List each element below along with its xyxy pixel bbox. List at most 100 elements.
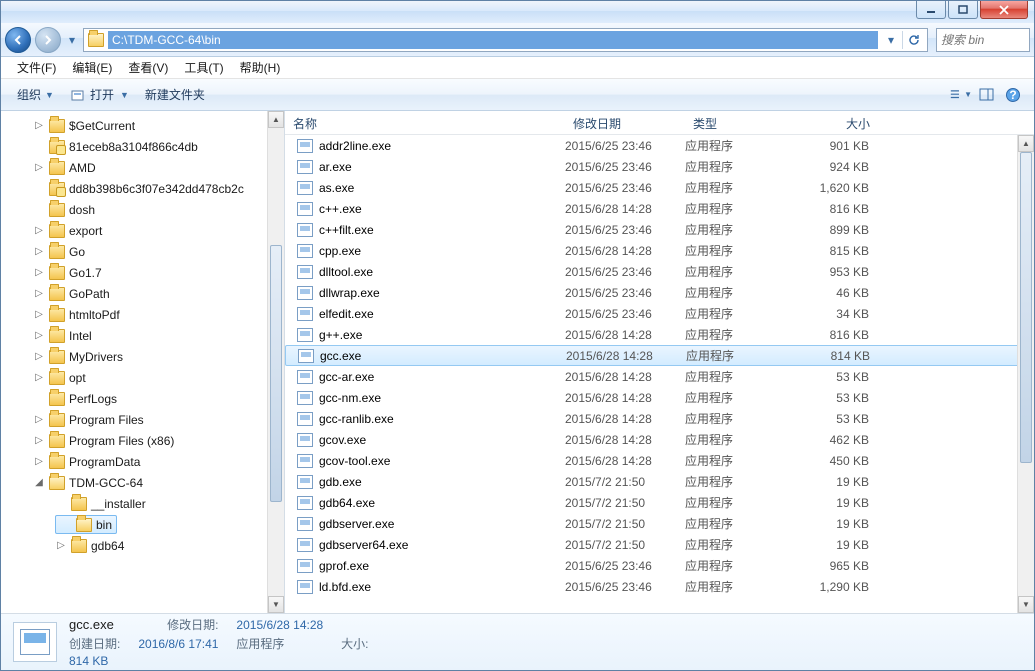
menu-file[interactable]: 文件(F) [9, 57, 64, 78]
file-row[interactable]: gcc.exe2015/6/28 14:28应用程序814 KB [285, 345, 1034, 366]
menu-edit[interactable]: 编辑(E) [64, 57, 120, 78]
scroll-thumb[interactable] [270, 245, 282, 502]
minimize-button[interactable] [916, 1, 946, 19]
file-row[interactable]: gdbserver.exe2015/7/2 21:50应用程序19 KB [285, 513, 1034, 534]
refresh-button[interactable] [905, 31, 923, 49]
menu-help[interactable]: 帮助(H) [232, 57, 289, 78]
file-row[interactable]: ar.exe2015/6/25 23:46应用程序924 KB [285, 156, 1034, 177]
organize-button[interactable]: 组织▼ [9, 82, 62, 107]
file-row[interactable]: g++.exe2015/6/28 14:28应用程序816 KB [285, 324, 1034, 345]
file-row[interactable]: dllwrap.exe2015/6/25 23:46应用程序46 KB [285, 282, 1034, 303]
file-size: 450 KB [797, 454, 881, 468]
scroll-down-button[interactable]: ▼ [1018, 596, 1034, 613]
tree-item[interactable]: dd8b398b6c3f07e342dd478cb2c [1, 178, 284, 199]
file-type: 应用程序 [685, 221, 797, 238]
tree-item[interactable]: PerfLogs [1, 388, 284, 409]
file-name: gcc-ar.exe [319, 370, 374, 384]
file-list-body[interactable]: addr2line.exe2015/6/25 23:46应用程序901 KBar… [285, 135, 1034, 613]
search-box[interactable] [936, 28, 1030, 52]
col-date[interactable]: 修改日期 [565, 111, 685, 134]
list-scrollbar[interactable]: ▲ ▼ [1017, 135, 1034, 613]
forward-button[interactable] [35, 27, 61, 53]
tree-item[interactable]: 81eceb8a3104f866c4db [1, 136, 284, 157]
tree-item[interactable]: ▷Intel [1, 325, 284, 346]
addr-dropdown-button[interactable]: ▾ [882, 31, 900, 49]
menu-tools[interactable]: 工具(T) [176, 57, 231, 78]
file-name: ar.exe [319, 160, 352, 174]
back-button[interactable] [5, 27, 31, 53]
view-options-button[interactable]: ▼ [950, 84, 972, 106]
file-row[interactable]: gcc-ar.exe2015/6/28 14:28应用程序53 KB [285, 366, 1034, 387]
file-row[interactable]: gdbserver64.exe2015/7/2 21:50应用程序19 KB [285, 534, 1034, 555]
scroll-up-button[interactable]: ▲ [1018, 135, 1034, 152]
file-size: 965 KB [797, 559, 881, 573]
open-button[interactable]: 打开▼ [62, 82, 137, 107]
maximize-button[interactable] [948, 1, 978, 19]
file-type: 应用程序 [685, 452, 797, 469]
new-folder-button[interactable]: 新建文件夹 [137, 82, 213, 107]
tree-item[interactable]: ▷Go [1, 241, 284, 262]
tree-item[interactable]: bin [1, 514, 284, 535]
file-row[interactable]: gcov.exe2015/6/28 14:28应用程序462 KB [285, 429, 1034, 450]
tree-item[interactable]: ▷$GetCurrent [1, 115, 284, 136]
exe-icon [297, 454, 313, 468]
tree-item[interactable]: ▷htmltoPdf [1, 304, 284, 325]
file-row[interactable]: gcov-tool.exe2015/6/28 14:28应用程序450 KB [285, 450, 1034, 471]
tree-item[interactable]: ◢TDM-GCC-64 [1, 472, 284, 493]
file-row[interactable]: gcc-nm.exe2015/6/28 14:28应用程序53 KB [285, 387, 1034, 408]
scroll-down-button[interactable]: ▼ [268, 596, 284, 613]
tree-item[interactable]: ▷export [1, 220, 284, 241]
file-row[interactable]: dlltool.exe2015/6/25 23:46应用程序953 KB [285, 261, 1034, 282]
tree-item[interactable]: ▷gdb64 [1, 535, 284, 556]
file-row[interactable]: cpp.exe2015/6/28 14:28应用程序815 KB [285, 240, 1034, 261]
tree-item[interactable]: ▷ProgramData [1, 451, 284, 472]
detail-created-label: 创建日期: [69, 635, 120, 652]
tree-item[interactable]: ▷GoPath [1, 283, 284, 304]
file-date: 2015/6/25 23:46 [565, 307, 685, 321]
close-button[interactable] [980, 1, 1028, 19]
tree-item[interactable]: ▷MyDrivers [1, 346, 284, 367]
tree-scrollbar[interactable]: ▲ ▼ [267, 111, 284, 613]
preview-pane-button[interactable] [976, 84, 998, 106]
file-row[interactable]: addr2line.exe2015/6/25 23:46应用程序901 KB [285, 135, 1034, 156]
file-row[interactable]: elfedit.exe2015/6/25 23:46应用程序34 KB [285, 303, 1034, 324]
file-name: as.exe [319, 181, 354, 195]
tree-item[interactable]: ▷AMD [1, 157, 284, 178]
file-date: 2015/6/28 14:28 [565, 370, 685, 384]
tree-item[interactable]: dosh [1, 199, 284, 220]
file-row[interactable]: gprof.exe2015/6/25 23:46应用程序965 KB [285, 555, 1034, 576]
search-input[interactable] [941, 33, 1025, 47]
file-row[interactable]: as.exe2015/6/25 23:46应用程序1,620 KB [285, 177, 1034, 198]
file-size: 815 KB [797, 244, 881, 258]
tree-item[interactable]: ▷Program Files [1, 409, 284, 430]
file-date: 2015/6/25 23:46 [565, 559, 685, 573]
history-dropdown[interactable]: ▾ [65, 27, 79, 53]
file-date: 2015/7/2 21:50 [565, 475, 685, 489]
tree-item[interactable]: __installer [1, 493, 284, 514]
tree-item[interactable]: ▷Go1.7 [1, 262, 284, 283]
col-type[interactable]: 类型 [685, 111, 797, 134]
exe-icon [297, 475, 313, 489]
file-date: 2015/6/28 14:28 [566, 349, 686, 363]
file-row[interactable]: gcc-ranlib.exe2015/6/28 14:28应用程序53 KB [285, 408, 1034, 429]
file-name: gdbserver.exe [319, 517, 394, 531]
file-row[interactable]: c++filt.exe2015/6/25 23:46应用程序899 KB [285, 219, 1034, 240]
menu-view[interactable]: 查看(V) [120, 57, 176, 78]
file-row[interactable]: gdb.exe2015/7/2 21:50应用程序19 KB [285, 471, 1034, 492]
col-size[interactable]: 大小 [797, 111, 887, 134]
file-row[interactable]: gdb64.exe2015/7/2 21:50应用程序19 KB [285, 492, 1034, 513]
file-row[interactable]: ld.bfd.exe2015/6/25 23:46应用程序1,290 KB [285, 576, 1034, 597]
col-name[interactable]: 名称 [285, 111, 565, 134]
exe-icon [297, 139, 313, 153]
file-row[interactable]: c++.exe2015/6/28 14:28应用程序816 KB [285, 198, 1034, 219]
address-bar[interactable]: ▾ [83, 28, 928, 52]
scroll-thumb[interactable] [1020, 152, 1032, 463]
scroll-up-button[interactable]: ▲ [268, 111, 284, 128]
file-type: 应用程序 [685, 557, 797, 574]
tree-item[interactable]: ▷opt [1, 367, 284, 388]
tree-item[interactable]: ▷Program Files (x86) [1, 430, 284, 451]
help-button[interactable]: ? [1002, 84, 1024, 106]
folder-tree[interactable]: ▷$GetCurrent 81eceb8a3104f866c4db▷AMD dd… [1, 111, 285, 613]
exe-icon [297, 433, 313, 447]
address-input[interactable] [108, 31, 878, 49]
